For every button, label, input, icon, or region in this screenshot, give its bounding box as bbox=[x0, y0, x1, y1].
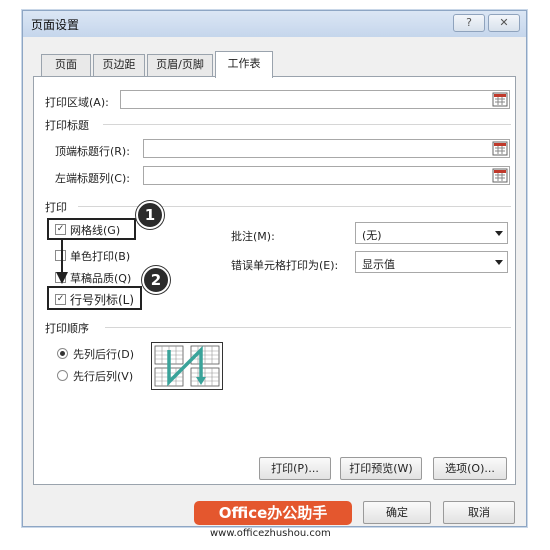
title-bar: 页面设置 ? ✕ bbox=[23, 11, 526, 37]
print-button[interactable]: 打印(P)... bbox=[259, 457, 331, 480]
page-setup-dialog: 页面设置 ? ✕ 页面 页边距 页眉/页脚 工作表 打印区域(A): 打印标题 … bbox=[22, 10, 527, 527]
callout-badge-1: 1 bbox=[136, 201, 164, 229]
page-order-preview-icon bbox=[151, 342, 223, 390]
cell-errors-label: 错误单元格打印为(E): bbox=[231, 259, 339, 272]
page-order-divider bbox=[105, 327, 511, 328]
print-area-input[interactable] bbox=[120, 90, 510, 109]
range-select-icon[interactable] bbox=[492, 168, 508, 183]
ok-button[interactable]: 确定 bbox=[363, 501, 431, 524]
brand-logo: Office办公助手 bbox=[194, 501, 352, 525]
close-button[interactable]: ✕ bbox=[488, 14, 520, 32]
top-rows-label: 顶端标题行(R): bbox=[55, 145, 130, 158]
range-select-icon[interactable] bbox=[492, 141, 508, 156]
callout-arrow-icon bbox=[56, 240, 68, 284]
over-then-down-label: 先行后列(V) bbox=[73, 370, 134, 383]
tab-page-label: 页面 bbox=[55, 58, 77, 71]
chevron-down-icon bbox=[495, 231, 503, 236]
cell-errors-select[interactable]: 显示值 bbox=[355, 251, 508, 273]
chevron-down-icon bbox=[495, 260, 503, 265]
cell-errors-value: 显示值 bbox=[362, 258, 395, 271]
range-select-icon[interactable] bbox=[492, 92, 508, 107]
print-titles-heading: 打印标题 bbox=[45, 119, 89, 132]
print-heading: 打印 bbox=[45, 201, 67, 214]
callout-badge-2: 2 bbox=[142, 266, 170, 294]
left-cols-label: 左端标题列(C): bbox=[55, 172, 130, 185]
brand-url: www.officezhushou.com bbox=[210, 528, 331, 539]
down-then-over-label: 先列后行(D) bbox=[73, 348, 135, 361]
tab-margins-label: 页边距 bbox=[102, 58, 136, 71]
options-button[interactable]: 选项(O)... bbox=[433, 457, 507, 480]
tab-sheet[interactable]: 工作表 bbox=[215, 51, 273, 78]
print-titles-divider bbox=[103, 124, 511, 125]
comments-value: (无) bbox=[362, 229, 382, 242]
tab-page[interactable]: 页面 bbox=[41, 54, 91, 76]
comments-select[interactable]: (无) bbox=[355, 222, 508, 244]
row-col-headings-highlight-box bbox=[47, 286, 142, 310]
down-then-over-radio[interactable] bbox=[57, 348, 68, 359]
cancel-button[interactable]: 取消 bbox=[443, 501, 515, 524]
tab-header-footer[interactable]: 页眉/页脚 bbox=[147, 54, 213, 76]
gridlines-highlight-box bbox=[47, 218, 136, 240]
top-rows-input[interactable] bbox=[143, 139, 510, 158]
over-then-down-radio[interactable] bbox=[57, 370, 68, 381]
tab-header-footer-label: 页眉/页脚 bbox=[156, 58, 204, 71]
tab-sheet-label: 工作表 bbox=[227, 57, 261, 70]
print-preview-button[interactable]: 打印预览(W) bbox=[340, 457, 422, 480]
help-button[interactable]: ? bbox=[453, 14, 485, 32]
dialog-title: 页面设置 bbox=[31, 18, 80, 32]
left-cols-input[interactable] bbox=[143, 166, 510, 185]
tab-margins[interactable]: 页边距 bbox=[93, 54, 145, 76]
comments-label: 批注(M): bbox=[231, 230, 275, 243]
print-area-label: 打印区域(A): bbox=[45, 96, 109, 109]
page-order-heading: 打印顺序 bbox=[45, 322, 89, 335]
